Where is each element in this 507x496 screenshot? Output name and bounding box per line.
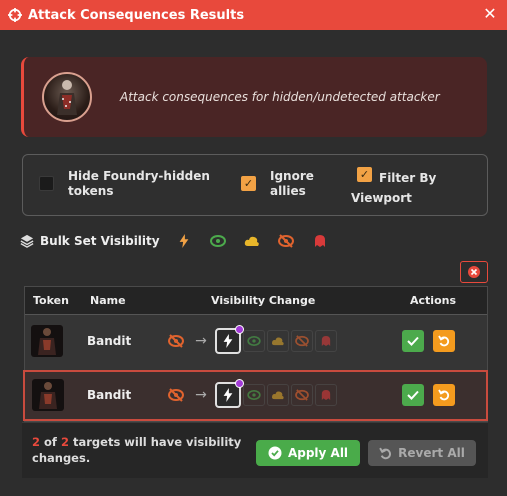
filter-by-viewport-checkbox[interactable]: ✓ (357, 167, 372, 182)
apply-row-button[interactable] (402, 330, 424, 352)
option-ghost[interactable] (315, 330, 337, 352)
clear-selection-button[interactable] (460, 261, 488, 283)
x-circle-icon (468, 266, 480, 278)
bandit-figure-icon (39, 382, 57, 409)
bulk-set-visibility-label: Bulk Set Visibility (40, 234, 160, 248)
hide-foundry-hidden-checkbox[interactable] (39, 176, 54, 191)
close-icon[interactable]: ✕ (481, 5, 499, 23)
token-image (32, 379, 64, 411)
bulk-observed-button[interactable] (208, 231, 228, 251)
eye-icon (247, 390, 261, 400)
header-visibility-change: Visibility Change (211, 294, 316, 307)
of-text: of (44, 435, 57, 449)
table-row[interactable]: Bandit → (23, 370, 488, 421)
ignore-allies-filter[interactable]: ✓ Ignore allies (241, 169, 314, 199)
bulk-concealed-button[interactable] (242, 231, 262, 251)
hide-foundry-hidden-label-line1: Hide Foundry-hidden (68, 169, 210, 183)
undo-icon (438, 335, 450, 347)
arrow-right-icon: → (195, 387, 207, 403)
undo-icon (379, 447, 392, 459)
changed-count: 2 (32, 435, 41, 449)
filter-by-viewport-label-line2: Viewport (351, 191, 412, 205)
table-header: Token Name Visibility Change Actions (25, 287, 487, 315)
revert-row-button[interactable] (433, 384, 455, 406)
cloud-icon (244, 236, 259, 246)
token-name: Bandit (87, 388, 132, 402)
attacker-avatar (42, 72, 92, 122)
dialog-footer: 2 of 2 targets will have visibility chan… (22, 422, 488, 478)
eye-slash-icon (277, 234, 294, 248)
option-observed[interactable] (243, 384, 265, 406)
dialog-body: Attack consequences for hidden/undetecte… (0, 30, 507, 496)
bulk-hidden-button[interactable] (276, 231, 296, 251)
footer-summary: 2 of 2 targets will have visibility chan… (32, 434, 252, 466)
cloud-icon (272, 337, 284, 346)
visibility-change: → (165, 379, 337, 410)
option-hidden[interactable] (291, 330, 313, 352)
arrow-right-icon: → (195, 333, 207, 349)
cloud-icon (272, 391, 284, 400)
current-visibility (165, 330, 187, 352)
header-actions: Actions (410, 294, 456, 307)
option-ghost[interactable] (315, 384, 337, 406)
eye-icon (209, 235, 226, 247)
window-titlebar: Attack Consequences Results ✕ (0, 0, 507, 30)
selected-visibility-undetected[interactable] (215, 379, 244, 408)
lightning-icon (223, 334, 233, 348)
window-title: Attack Consequences Results (28, 7, 245, 23)
eye-slash-icon (168, 388, 184, 402)
ignore-allies-label-line1: Ignore (270, 169, 314, 183)
option-hidden[interactable] (291, 384, 313, 406)
lightning-icon (223, 388, 233, 402)
option-observed[interactable] (243, 330, 265, 352)
apply-row-button[interactable] (402, 384, 424, 406)
visibility-change: → (165, 325, 337, 356)
apply-all-button[interactable]: Apply All (256, 440, 360, 466)
filter-panel: Hide Foundry-hidden tokens ✓ Ignore alli… (22, 154, 488, 216)
eye-slash-icon (168, 334, 184, 348)
option-concealed[interactable] (267, 330, 289, 352)
token-name: Bandit (87, 334, 132, 348)
banner-message: Attack consequences for hidden/undetecte… (120, 90, 440, 104)
layers-icon (20, 234, 34, 248)
bandit-figure-icon (38, 328, 56, 355)
undo-icon (438, 389, 450, 401)
hide-foundry-hidden-label-line2: tokens (68, 184, 114, 198)
revert-row-button[interactable] (433, 330, 455, 352)
crosshair-icon (8, 8, 22, 22)
bulk-ghost-button[interactable] (310, 231, 330, 251)
current-visibility (165, 384, 187, 406)
filter-by-viewport-filter[interactable]: ✓ Filter By Viewport (351, 167, 481, 207)
hide-foundry-hidden-filter[interactable]: Hide Foundry-hidden tokens (39, 169, 210, 199)
apply-all-label: Apply All (287, 446, 349, 460)
total-count: 2 (60, 435, 69, 449)
ghost-icon (321, 390, 331, 400)
revert-all-label: Revert All (398, 446, 465, 460)
eye-slash-icon (295, 389, 309, 401)
selected-visibility-undetected[interactable] (215, 325, 244, 354)
check-icon (407, 390, 419, 400)
token-image (31, 325, 63, 357)
results-table: Token Name Visibility Change Actions Ban… (23, 286, 488, 422)
revert-all-button[interactable]: Revert All (368, 440, 476, 466)
filter-by-viewport-label-line1: Filter By (379, 171, 437, 185)
lightning-icon (179, 234, 188, 248)
ghost-icon (314, 235, 325, 247)
attacker-banner: Attack consequences for hidden/undetecte… (21, 57, 487, 137)
eye-slash-icon (295, 335, 309, 347)
header-name: Name (90, 294, 126, 307)
table-row[interactable]: Bandit → (25, 317, 487, 367)
option-concealed[interactable] (267, 384, 289, 406)
ghost-icon (321, 336, 331, 346)
attacker-figure-icon (57, 80, 77, 115)
check-circle-icon (268, 446, 282, 460)
check-icon (407, 336, 419, 346)
ignore-allies-checkbox[interactable]: ✓ (241, 176, 256, 191)
bulk-toolbar: Bulk Set Visibility (20, 230, 488, 252)
ignore-allies-label-line2: allies (270, 184, 306, 198)
eye-icon (247, 336, 261, 346)
bulk-undetected-button[interactable] (174, 231, 194, 251)
header-token: Token (33, 294, 69, 307)
